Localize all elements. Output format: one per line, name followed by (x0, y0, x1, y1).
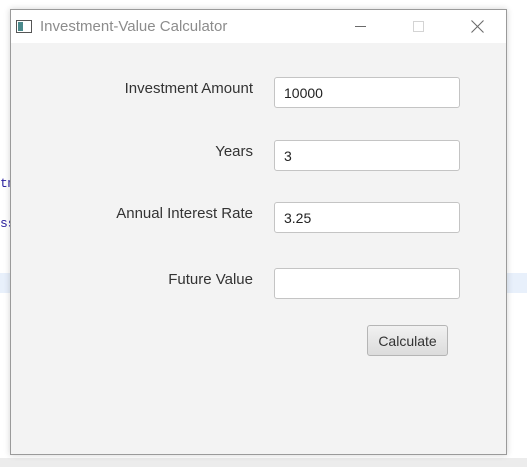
app-window-icon (16, 20, 32, 33)
title-bar[interactable]: Investment-Value Calculator (11, 10, 506, 43)
close-button[interactable] (454, 10, 500, 43)
calculate-button[interactable]: Calculate (367, 325, 448, 356)
maximize-button[interactable] (396, 10, 442, 43)
investment-amount-input[interactable] (274, 77, 460, 108)
calculator-window: Investment-Value Calculator Investment A… (10, 9, 507, 455)
window-title: Investment-Value Calculator (40, 18, 228, 35)
background-panel (0, 458, 527, 467)
future-value-input[interactable] (274, 268, 460, 299)
close-icon (471, 20, 484, 33)
investment-amount-label: Investment Amount (124, 80, 253, 97)
years-input[interactable] (274, 140, 460, 171)
minimize-button[interactable] (338, 10, 384, 43)
years-label: Years (215, 143, 253, 160)
annual-interest-rate-input[interactable] (274, 202, 460, 233)
annual-interest-rate-label: Annual Interest Rate (116, 205, 253, 222)
future-value-label: Future Value (168, 271, 253, 288)
